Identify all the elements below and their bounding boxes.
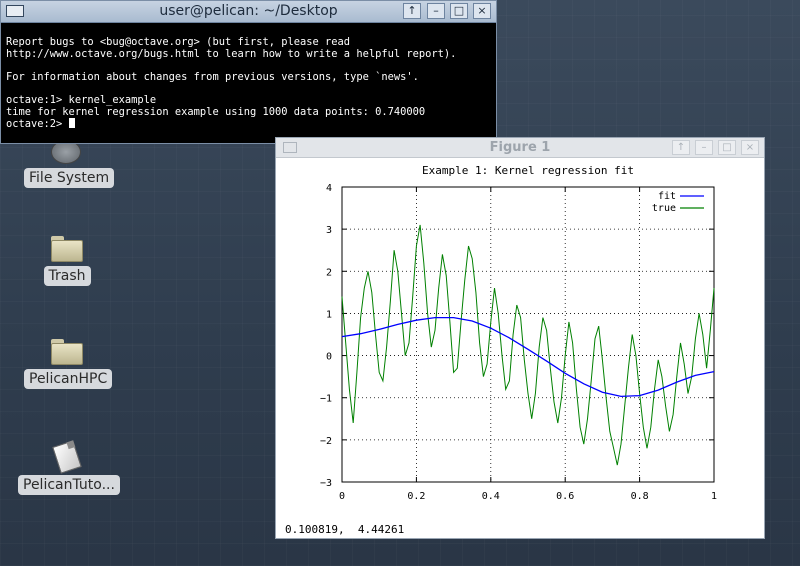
terminal-line: Report bugs to <bug@octave.org> (but fir…	[6, 36, 351, 48]
terminal-line: http://www.octave.org/bugs.html to learn…	[6, 47, 457, 60]
figure-window[interactable]: Figure 1 ↑ – □ × Example 1: Kernel regre…	[275, 137, 765, 539]
desktop-icon-file-system[interactable]: File System	[24, 140, 115, 188]
document-icon	[52, 440, 82, 474]
y-tick-label: −1	[320, 394, 332, 405]
terminal-titlebar[interactable]: user@pelican: ~/Desktop ↑ – □ ×	[1, 1, 496, 23]
terminal-line: For information about changes from previ…	[6, 70, 419, 83]
folder-icon	[51, 339, 83, 365]
close-button[interactable]: ×	[473, 3, 491, 19]
y-tick-label: 1	[326, 309, 332, 320]
coordinate-readout: 0.100819, 4.44261	[285, 523, 405, 536]
chart-title: Example 1: Kernel regression fit	[422, 164, 634, 177]
desktop-icon-pelicanhpc[interactable]: PelicanHPC	[24, 339, 113, 389]
desktop-icon-label: File System	[24, 168, 115, 188]
plot-canvas[interactable]: Example 1: Kernel regression fit 0 0.2 0.4 0…	[276, 157, 764, 521]
x-tick-label: 0.8	[631, 491, 649, 502]
x-tick-label: 1	[711, 491, 717, 502]
figure-titlebar[interactable]: Figure 1 ↑ – □ ×	[276, 138, 764, 158]
series-line-true	[341, 224, 715, 466]
text-cursor	[68, 118, 75, 129]
terminal-window[interactable]: user@pelican: ~/Desktop ↑ – □ × Report b…	[0, 0, 497, 144]
terminal-title: user@pelican: ~/Desktop	[159, 3, 338, 19]
desktop-icon-label: PelicanHPC	[24, 369, 113, 389]
plot-frame	[341, 186, 715, 483]
desktop-icon-pelicantuto[interactable]: PelicanTuto...	[18, 440, 120, 495]
terminal-output[interactable]: Report bugs to <bug@octave.org> (but fir…	[1, 23, 496, 131]
maximize-button[interactable]: □	[718, 140, 736, 155]
x-tick-label: 0	[339, 491, 345, 502]
terminal-line: time for kernel regression example using…	[6, 105, 426, 118]
y-tick-label: −2	[320, 436, 332, 447]
x-tick-label: 0.6	[556, 491, 574, 502]
minimize-button[interactable]: –	[695, 140, 713, 155]
terminal-prompt: octave:2>	[6, 118, 69, 131]
legend-label: true	[652, 203, 676, 214]
shade-button[interactable]: ↑	[403, 3, 421, 19]
desktop-icon-trash[interactable]: Trash	[27, 236, 107, 286]
close-button[interactable]: ×	[741, 140, 759, 155]
x-tick-label: 0.2	[407, 491, 425, 502]
terminal-line: octave:1> kernel_example	[6, 93, 157, 106]
y-tick-label: 2	[326, 267, 332, 278]
x-tick-label: 0.4	[482, 491, 500, 502]
series-line-fit	[341, 316, 715, 398]
shade-button[interactable]: ↑	[672, 140, 690, 155]
figure-title: Figure 1	[489, 140, 551, 155]
legend-label: fit	[658, 191, 676, 202]
maximize-button[interactable]: □	[450, 3, 468, 19]
y-tick-label: 0	[326, 352, 332, 363]
y-tick-label: 3	[326, 225, 332, 236]
desktop-icon-label: Trash	[43, 266, 91, 286]
y-tick-label: −3	[320, 478, 332, 489]
terminal-prompt-line[interactable]: octave:2>	[6, 118, 491, 131]
folder-icon	[51, 236, 83, 262]
y-tick-label: 4	[326, 183, 332, 194]
desktop-icon-label: PelicanTuto...	[18, 475, 120, 495]
minimize-button[interactable]: –	[427, 3, 445, 19]
